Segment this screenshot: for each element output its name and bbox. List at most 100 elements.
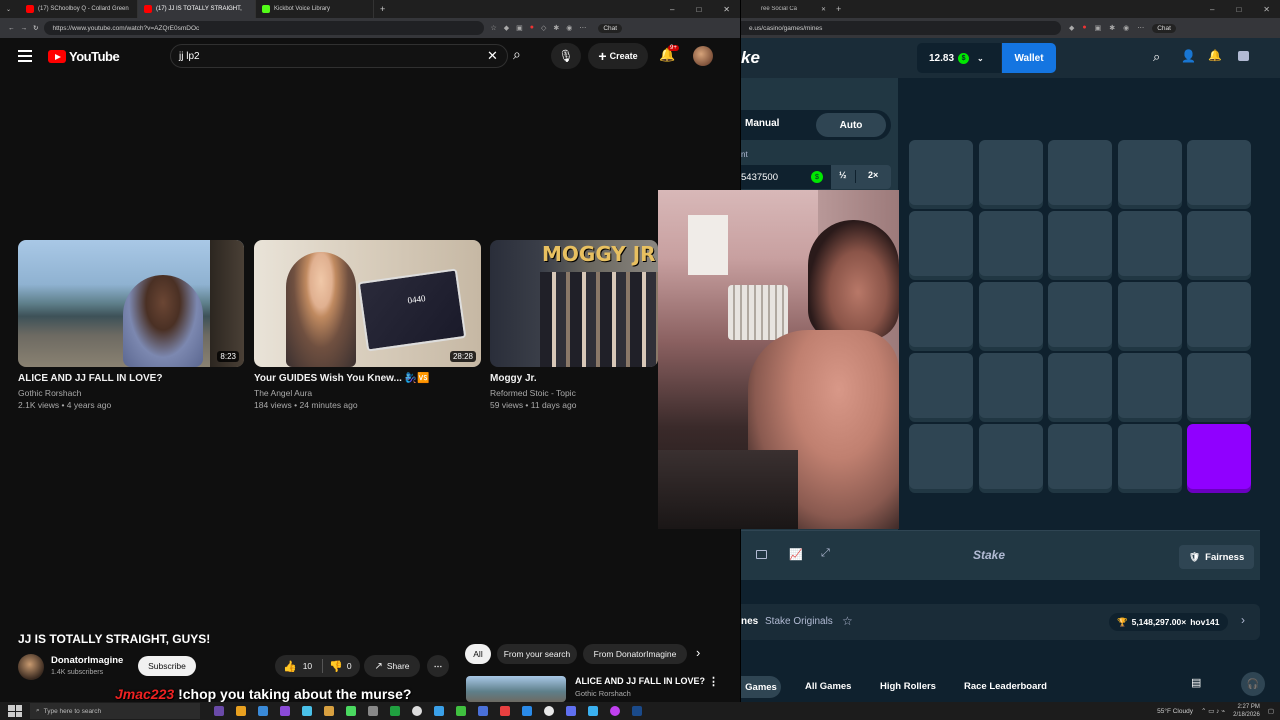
app-icon[interactable] xyxy=(302,706,312,716)
mines-tile[interactable] xyxy=(978,211,1043,276)
video-thumbnail[interactable]: MOGGY JR xyxy=(490,240,658,367)
extension-icon[interactable]: ▣ xyxy=(516,24,523,32)
mines-tile[interactable] xyxy=(1117,140,1182,205)
channel-name[interactable]: The Angel Aura xyxy=(254,388,481,398)
forward-icon[interactable]: → xyxy=(21,25,28,32)
mines-tile[interactable] xyxy=(909,353,973,418)
mines-tile[interactable] xyxy=(1187,211,1251,276)
mines-tile[interactable] xyxy=(1117,211,1182,276)
app-icon[interactable] xyxy=(588,706,598,716)
menu-dots-icon[interactable]: ⋯ xyxy=(579,24,586,32)
mines-tile[interactable] xyxy=(1117,424,1182,489)
app-icon[interactable] xyxy=(412,706,422,716)
mines-tile[interactable] xyxy=(1048,140,1112,205)
video-title[interactable]: ALICE AND JJ FALL IN LOVE? xyxy=(18,373,244,384)
favorite-star-icon[interactable]: ☆ xyxy=(842,614,853,628)
chat-icon[interactable] xyxy=(1238,51,1249,61)
clear-search-icon[interactable]: ✕ xyxy=(487,48,498,64)
upnext-more-icon[interactable]: ⋮ xyxy=(708,675,719,688)
mines-tile[interactable] xyxy=(909,211,973,276)
puzzle-icon[interactable]: ✱ xyxy=(553,24,559,32)
app-icon[interactable] xyxy=(214,706,224,716)
app-icon[interactable] xyxy=(610,706,620,716)
app-icon[interactable] xyxy=(390,706,400,716)
maximize-icon[interactable]: □ xyxy=(696,5,701,14)
tab-all-games[interactable]: All Games xyxy=(805,681,851,692)
chip-from-channel[interactable]: From DonatorImagine xyxy=(583,644,687,664)
star-icon[interactable]: ☆ xyxy=(490,24,496,32)
dislike-icon[interactable]: 👎 xyxy=(329,660,343,673)
balance-display[interactable]: 12.83 $ ⌄ xyxy=(917,43,1001,73)
profile-icon[interactable]: ◉ xyxy=(1123,24,1129,32)
tab-search-icon[interactable]: ⌄ xyxy=(0,0,20,18)
auto-tab[interactable]: Auto xyxy=(816,113,886,137)
tab-label[interactable]: ree Social Ca xyxy=(741,6,811,12)
mines-tile[interactable] xyxy=(1048,353,1112,418)
app-icon[interactable] xyxy=(368,706,378,716)
new-tab-button[interactable]: + xyxy=(836,4,841,14)
tab-high-rollers[interactable]: High Rollers xyxy=(880,681,936,692)
video-thumbnail[interactable]: 0440 28:28 xyxy=(254,240,481,367)
search-icon[interactable]: ⌕ xyxy=(513,46,521,63)
mines-tile[interactable] xyxy=(978,140,1043,205)
app-icon[interactable] xyxy=(236,706,246,716)
app-icon[interactable] xyxy=(346,706,356,716)
folder-icon[interactable] xyxy=(324,706,334,716)
mines-tile-revealed[interactable] xyxy=(1187,424,1251,489)
steam-icon[interactable] xyxy=(632,706,642,716)
wallet-button[interactable]: Wallet xyxy=(1002,43,1056,73)
windows-start-icon[interactable] xyxy=(8,705,22,717)
tab-jj-video[interactable]: (17) JJ IS TOTALLY STRAIGHT, xyxy=(138,0,256,18)
new-tab-button[interactable]: + xyxy=(374,0,391,18)
url-field[interactable]: e.us/casino/games/mines xyxy=(741,21,1061,35)
notification-center-icon[interactable]: ▢ xyxy=(1268,707,1274,715)
extension-icon[interactable]: ◆ xyxy=(1069,24,1074,32)
like-icon[interactable]: 👍 xyxy=(283,660,297,673)
video-thumbnail[interactable]: 8:23 xyxy=(18,240,244,367)
upnext-thumbnail[interactable] xyxy=(466,676,566,702)
live-support-icon[interactable]: 🎧 xyxy=(1241,672,1265,696)
search-input[interactable]: jj lp2 xyxy=(170,44,508,68)
video-title[interactable]: Moggy Jr. xyxy=(490,373,658,384)
upnext-title[interactable]: ALICE AND JJ FALL IN LOVE? xyxy=(575,676,705,686)
fairness-button[interactable]: 🛡 Fairness xyxy=(1179,545,1254,569)
chrome-icon[interactable] xyxy=(544,706,554,716)
taskbar-search-input[interactable]: ⌕ Type here to search xyxy=(30,703,200,719)
mines-tile[interactable] xyxy=(978,424,1043,489)
reload-icon[interactable]: ↻ xyxy=(33,24,38,32)
mines-tile[interactable] xyxy=(1117,353,1182,418)
app-icon[interactable] xyxy=(500,706,510,716)
back-icon[interactable]: ← xyxy=(8,25,15,32)
chevron-right-icon[interactable]: › xyxy=(1241,613,1245,627)
mines-tile[interactable] xyxy=(909,424,973,489)
channel-name[interactable]: Reformed Stoic - Topic xyxy=(490,388,658,398)
tab-schoolboy[interactable]: (17) SChoolboy Q - Collard Green xyxy=(20,0,138,18)
extension-icon[interactable]: ● xyxy=(1082,24,1086,32)
voice-search-icon[interactable]: 🎙 xyxy=(551,43,581,69)
chip-from-search[interactable]: From your search xyxy=(497,644,577,664)
mines-tile[interactable] xyxy=(1187,353,1251,418)
mines-tile[interactable] xyxy=(978,353,1043,418)
mines-tile[interactable] xyxy=(909,140,973,205)
popout-icon[interactable]: ⤢ xyxy=(821,547,830,560)
user-icon[interactable]: 👤 xyxy=(1181,49,1196,63)
tab-close-icon[interactable]: ✕ xyxy=(821,6,826,13)
half-bet-button[interactable]: ½ xyxy=(839,170,847,180)
double-bet-button[interactable]: 2× xyxy=(868,170,878,180)
mines-tile[interactable] xyxy=(1048,211,1112,276)
close-icon[interactable]: ✕ xyxy=(723,5,730,14)
hamburger-menu-icon[interactable] xyxy=(18,50,32,62)
chevron-right-icon[interactable]: › xyxy=(696,645,700,660)
channel-name[interactable]: DonatorImagine xyxy=(51,655,123,666)
extension-icon[interactable]: ◆ xyxy=(504,24,509,32)
mines-tile[interactable] xyxy=(1048,282,1112,347)
stake-originals-label[interactable]: Stake Originals xyxy=(765,616,833,627)
mines-tile[interactable] xyxy=(1187,140,1251,205)
stats-icon[interactable]: 📈 xyxy=(789,548,803,561)
search-icon[interactable]: ⌕ xyxy=(1153,49,1160,65)
close-icon[interactable]: ✕ xyxy=(1263,5,1270,14)
url-field[interactable]: https://www.youtube.com/watch?v=AZQrE0sm… xyxy=(44,21,485,35)
discord-icon[interactable] xyxy=(566,706,576,716)
chat-button[interactable]: Chat xyxy=(1152,23,1176,33)
app-icon[interactable] xyxy=(456,706,466,716)
